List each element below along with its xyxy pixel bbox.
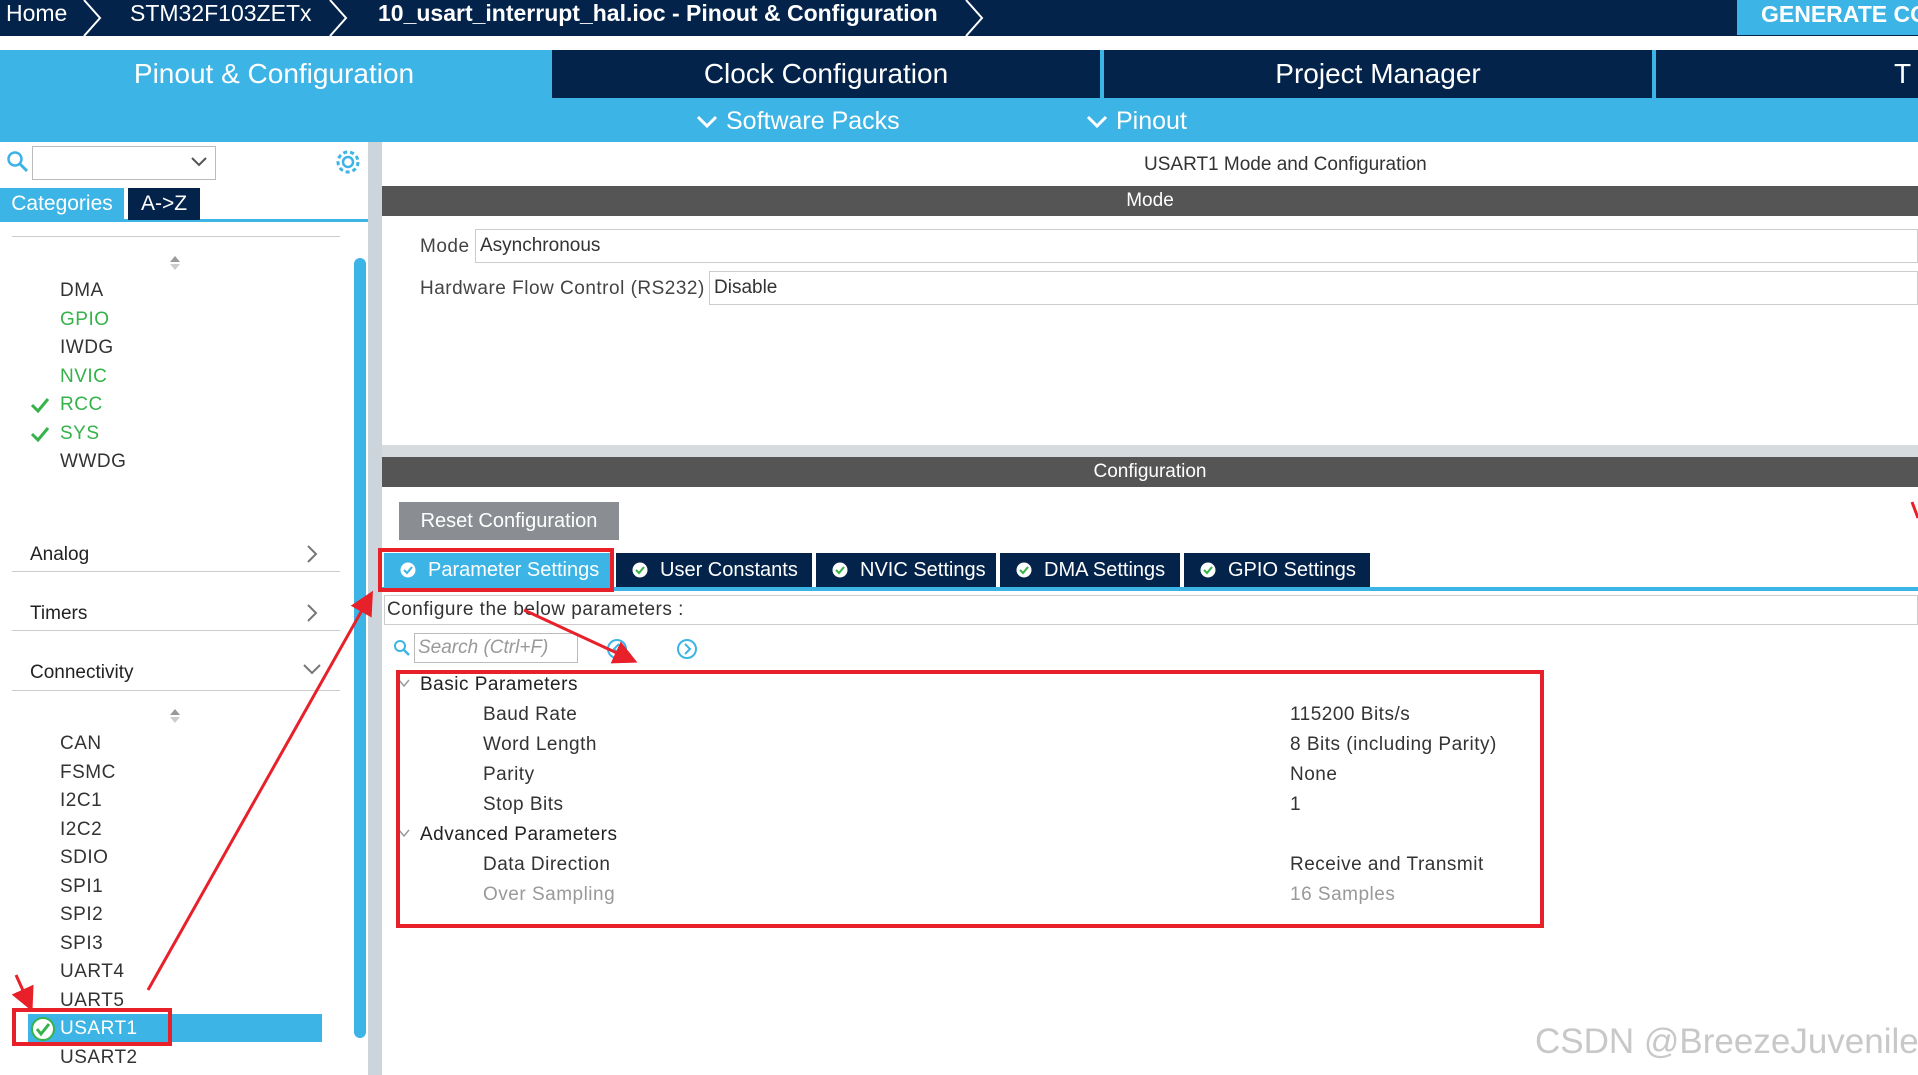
chevron-down-icon bbox=[1086, 116, 1108, 129]
chevron-down-icon bbox=[696, 116, 718, 129]
check-circle-icon bbox=[1200, 562, 1216, 578]
panel-splitter[interactable] bbox=[382, 445, 1918, 457]
watermark: CSDN @BreezeJuvenile bbox=[1535, 1022, 1918, 1061]
sidebar-item-usart2[interactable]: USART2 bbox=[60, 1047, 138, 1069]
chevron-down-icon bbox=[191, 157, 207, 167]
collapse-arrows-icon[interactable] bbox=[168, 708, 182, 724]
divider bbox=[12, 236, 340, 237]
mode-select[interactable]: Asynchronous bbox=[475, 229, 1918, 263]
configuration-header: Configuration bbox=[382, 457, 1918, 487]
annotation-box-parameters bbox=[396, 670, 1544, 928]
tab-tools[interactable]: T bbox=[1656, 50, 1918, 98]
category-connectivity[interactable]: Connectivity bbox=[30, 662, 134, 684]
chevron-down-icon[interactable] bbox=[302, 663, 322, 677]
pinout-menu[interactable]: Pinout bbox=[1086, 102, 1187, 140]
gear-icon[interactable] bbox=[334, 148, 362, 176]
reset-configuration-button[interactable]: Reset Configuration bbox=[399, 502, 619, 540]
breadcrumb-separator-icon bbox=[965, 0, 984, 36]
tab-label: DMA Settings bbox=[1044, 559, 1166, 581]
sidebar-item-nvic[interactable]: NVIC bbox=[60, 366, 107, 388]
checkmark-icon bbox=[30, 398, 50, 413]
divider bbox=[12, 690, 340, 691]
sidebar-item-rcc[interactable]: RCC bbox=[60, 394, 103, 416]
tab-label: User Constants bbox=[660, 559, 798, 581]
next-result-icon[interactable] bbox=[676, 638, 698, 660]
sidebar-item-i2c2[interactable]: I2C2 bbox=[60, 819, 102, 841]
search-icon[interactable] bbox=[6, 150, 30, 174]
previous-result-icon[interactable] bbox=[606, 638, 628, 660]
divider bbox=[12, 571, 340, 572]
breadcrumb-device[interactable]: STM32F103ZETx bbox=[130, 0, 312, 28]
annotation-box-parameter-tab bbox=[378, 548, 614, 592]
sidebar-item-sdio[interactable]: SDIO bbox=[60, 847, 108, 869]
check-circle-icon bbox=[832, 562, 848, 578]
main-tab-bar: Pinout & Configuration Clock Configurati… bbox=[0, 50, 1918, 142]
collapse-arrows-icon[interactable] bbox=[168, 255, 182, 271]
tab-pinout-configuration[interactable]: Pinout & Configuration bbox=[0, 50, 548, 98]
tab-categories[interactable]: Categories bbox=[0, 188, 124, 220]
sidebar-item-iwdg[interactable]: IWDG bbox=[60, 337, 114, 359]
tab-gpio-settings[interactable]: GPIO Settings bbox=[1184, 553, 1370, 587]
chevron-right-icon[interactable] bbox=[306, 544, 318, 564]
mode-header: Mode bbox=[382, 186, 1918, 216]
tab-dma-settings[interactable]: DMA Settings bbox=[1000, 553, 1180, 587]
search-icon bbox=[394, 640, 410, 656]
sidebar-item-dma[interactable]: DMA bbox=[60, 280, 104, 302]
checkmark-icon bbox=[30, 427, 50, 442]
breadcrumb-home[interactable]: Home bbox=[6, 0, 67, 28]
sidebar-item-spi2[interactable]: SPI2 bbox=[60, 904, 103, 926]
divider bbox=[12, 630, 340, 631]
generate-code-button[interactable]: GENERATE CO bbox=[1737, 0, 1918, 35]
sidebar-item-i2c1[interactable]: I2C1 bbox=[60, 790, 102, 812]
software-packs-label: Software Packs bbox=[726, 107, 900, 135]
breadcrumb-file[interactable]: 10_usart_interrupt_hal.ioc - Pinout & Co… bbox=[378, 0, 938, 28]
check-circle-icon bbox=[1016, 562, 1032, 578]
category-analog[interactable]: Analog bbox=[30, 544, 89, 566]
sidebar-splitter[interactable] bbox=[368, 142, 382, 1075]
tab-nvic-settings[interactable]: NVIC Settings bbox=[816, 553, 996, 587]
sidebar-item-spi3[interactable]: SPI3 bbox=[60, 933, 103, 955]
sidebar-item-gpio[interactable]: GPIO bbox=[60, 309, 110, 331]
tab-clock-configuration[interactable]: Clock Configuration bbox=[552, 50, 1100, 98]
breadcrumb-separator-icon bbox=[83, 0, 102, 36]
breadcrumb: Home STM32F103ZETx 10_usart_interrupt_ha… bbox=[0, 0, 1918, 36]
tab-project-manager[interactable]: Project Manager bbox=[1104, 50, 1652, 98]
sidebar-item-uart4[interactable]: UART4 bbox=[60, 961, 124, 983]
sidebar-item-can[interactable]: CAN bbox=[60, 733, 102, 755]
sidebar-item-sys[interactable]: SYS bbox=[60, 423, 100, 445]
category-tabs: Categories A->Z bbox=[0, 188, 368, 222]
sidebar-item-spi1[interactable]: SPI1 bbox=[60, 876, 103, 898]
mode-label: Mode bbox=[420, 236, 470, 257]
tab-label: NVIC Settings bbox=[860, 559, 986, 581]
annotation-box-usart1 bbox=[12, 1008, 172, 1046]
sidebar-scrollbar[interactable] bbox=[354, 258, 366, 1038]
configure-description: Configure the below parameters : bbox=[384, 595, 1918, 625]
breadcrumb-separator-icon bbox=[329, 0, 348, 36]
sidebar-item-wwdg[interactable]: WWDG bbox=[60, 451, 126, 473]
pinout-menu-label: Pinout bbox=[1116, 107, 1187, 135]
parameter-search-input[interactable]: Search (Ctrl+F) bbox=[414, 633, 578, 663]
sidebar-item-fsmc[interactable]: FSMC bbox=[60, 762, 116, 784]
category-timers[interactable]: Timers bbox=[30, 603, 87, 625]
check-circle-icon bbox=[632, 562, 648, 578]
chevron-right-icon[interactable] bbox=[306, 603, 318, 623]
hwflow-select[interactable]: Disable bbox=[709, 271, 1918, 305]
tab-user-constants[interactable]: User Constants bbox=[616, 553, 812, 587]
tab-a-z[interactable]: A->Z bbox=[128, 188, 200, 220]
tab-label: GPIO Settings bbox=[1228, 559, 1356, 581]
page-title: USART1 Mode and Configuration bbox=[1144, 154, 1427, 175]
hwflow-label: Hardware Flow Control (RS232) bbox=[420, 278, 705, 299]
software-packs-menu[interactable]: Software Packs bbox=[696, 102, 900, 140]
search-dropdown[interactable] bbox=[32, 146, 216, 180]
